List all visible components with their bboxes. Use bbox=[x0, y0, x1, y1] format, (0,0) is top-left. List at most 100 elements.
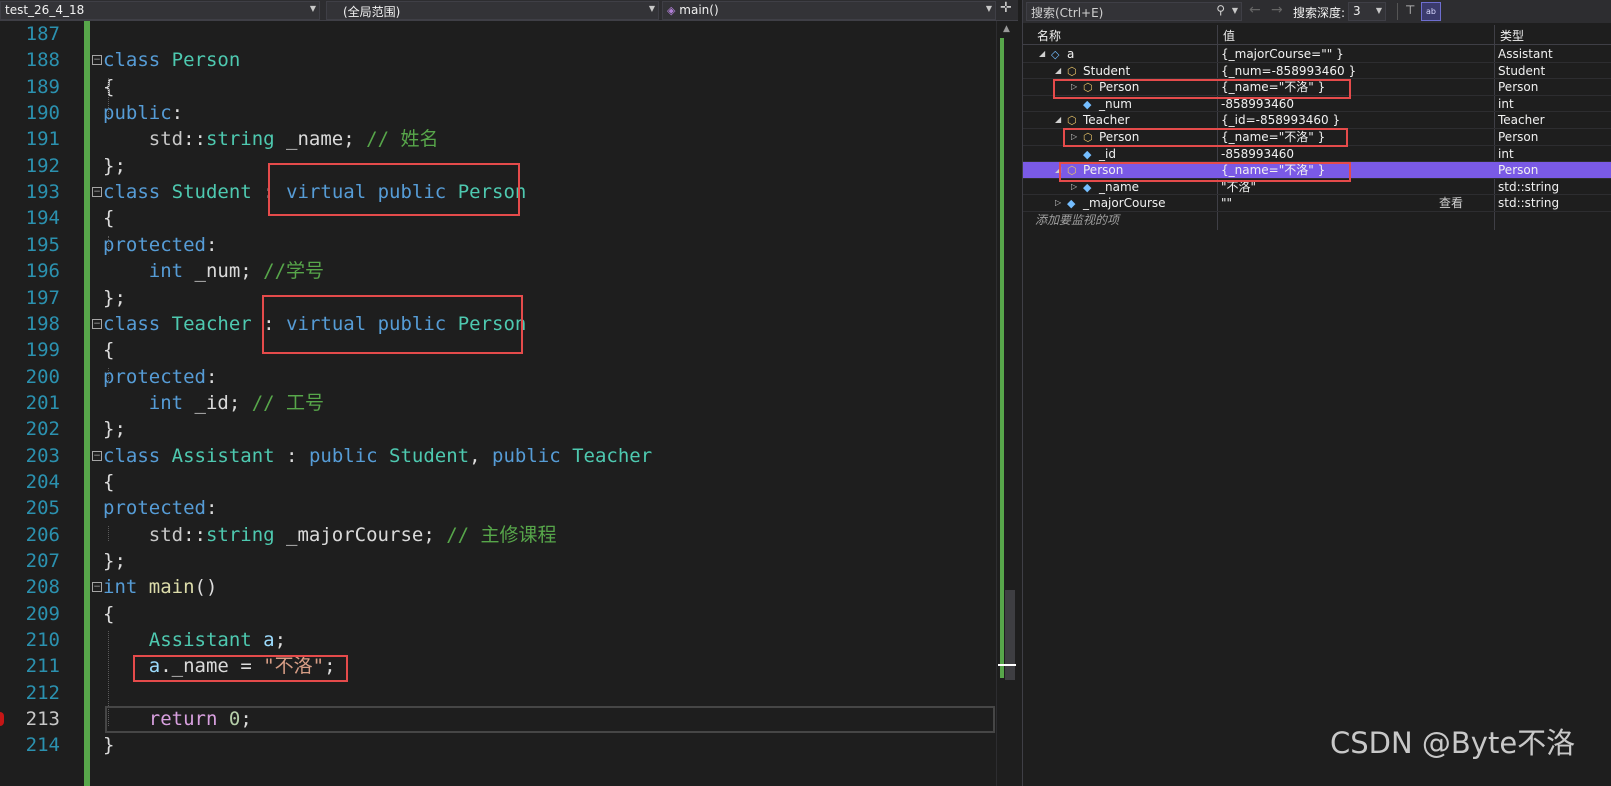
field-icon: ◆ bbox=[1083, 147, 1092, 161]
watch-row-type: Person bbox=[1498, 130, 1539, 144]
annotation-box-teacher-inheritance bbox=[262, 295, 523, 354]
code-line[interactable]: }; bbox=[103, 285, 126, 311]
collapse-arrow-icon[interactable]: ◢ bbox=[1055, 63, 1061, 79]
line-number-gutter: 187 188 189 190 191 192 193 194 195 196 197 198 199 2… bbox=[0, 21, 84, 786]
code-line[interactable]: class Person bbox=[103, 47, 240, 73]
line-number: 199 bbox=[25, 339, 60, 362]
code-line[interactable]: protected: bbox=[103, 364, 217, 390]
fold-toggle-icon[interactable]: − bbox=[92, 187, 102, 198]
watch-row[interactable]: ▷ ◆ _majorCourse "" 查看 std::string bbox=[1023, 195, 1611, 212]
watch-row-value[interactable]: -858993460 bbox=[1221, 146, 1294, 162]
watch-row-value[interactable]: "" bbox=[1221, 195, 1232, 211]
code-line[interactable]: int main() bbox=[103, 574, 217, 600]
code-line[interactable]: } bbox=[103, 732, 114, 758]
add-watch-item[interactable]: 添加要监视的项 bbox=[1035, 211, 1119, 228]
code-token: class bbox=[103, 444, 161, 467]
scrollbar-thumb[interactable] bbox=[1005, 590, 1015, 680]
breakpoint-marker[interactable] bbox=[0, 712, 4, 726]
watch-row-value[interactable]: {_num=-858993460 } bbox=[1221, 63, 1356, 79]
code-token: Teacher bbox=[572, 444, 653, 467]
column-header-name[interactable]: 名称 bbox=[1037, 27, 1061, 44]
watch-row-type: Student bbox=[1498, 63, 1546, 78]
search-forward-arrow-icon[interactable]: → bbox=[1271, 2, 1283, 18]
code-line[interactable]: protected: bbox=[103, 232, 217, 258]
project-dropdown[interactable]: test_26_4_18 ▼ bbox=[0, 1, 320, 20]
watch-row[interactable]: ◆ _id -858993460 int bbox=[1023, 146, 1611, 163]
code-line[interactable]: { bbox=[103, 601, 114, 627]
column-header-type[interactable]: 类型 bbox=[1500, 27, 1524, 44]
watch-row-value[interactable]: {_majorCourse="" } bbox=[1221, 46, 1344, 62]
fold-toggle-icon[interactable]: − bbox=[92, 582, 102, 593]
hex-display-toggle-button[interactable]: ab bbox=[1421, 2, 1441, 21]
column-header-value[interactable]: 值 bbox=[1223, 27, 1235, 44]
code-line[interactable]: class Assistant : public Student, public… bbox=[103, 443, 652, 469]
code-line[interactable]: { bbox=[103, 469, 114, 495]
function-name: main() bbox=[679, 3, 719, 17]
code-token: //学号 bbox=[263, 260, 325, 283]
line-number: 213 bbox=[25, 708, 60, 731]
search-icon[interactable]: ⚲ bbox=[1216, 3, 1225, 17]
code-token: : bbox=[274, 444, 309, 467]
line-number: 194 bbox=[25, 207, 60, 230]
code-token: :: bbox=[183, 523, 206, 546]
code-token: Teacher bbox=[171, 312, 252, 335]
code-token: // 主修课程 bbox=[446, 523, 557, 546]
visualizer-view-button[interactable]: 查看 bbox=[1439, 195, 1463, 211]
split-window-icon[interactable]: ✛ bbox=[1000, 0, 1012, 16]
code-line[interactable]: }; bbox=[103, 416, 126, 442]
search-depth-dropdown[interactable]: 3 ▼ bbox=[1348, 2, 1386, 21]
code-token: Assistant bbox=[171, 444, 275, 467]
indent-guide bbox=[108, 235, 109, 252]
collapse-arrow-icon[interactable]: ◢ bbox=[1055, 112, 1061, 128]
code-line[interactable]: protected: bbox=[103, 495, 217, 521]
code-token: string bbox=[205, 128, 275, 151]
code-line[interactable]: std::string _name; // 姓名 bbox=[103, 126, 439, 152]
code-line[interactable]: int _id; // 工号 bbox=[103, 390, 324, 416]
fold-toggle-icon[interactable]: − bbox=[92, 318, 102, 329]
line-number: 193 bbox=[25, 181, 60, 204]
watch-row-name: Student bbox=[1083, 63, 1131, 78]
chevron-down-icon[interactable]: ▼ bbox=[1232, 6, 1238, 15]
code-line[interactable]: }; bbox=[103, 548, 126, 574]
code-token: Student bbox=[171, 181, 252, 204]
scroll-up-arrow-icon[interactable]: ▲ bbox=[1003, 24, 1010, 34]
code-token: _num; bbox=[183, 260, 264, 283]
line-number: 209 bbox=[25, 602, 60, 625]
watch-window[interactable]: 搜索(Ctrl+E) ⚲ ▼ ← → 搜索深度: 3 ▼ ⊤ ab 名称 值 类… bbox=[1022, 0, 1611, 786]
line-number: 214 bbox=[25, 734, 60, 757]
watch-row[interactable]: ◢ ⬡ Teacher {_id=-858993460 } Teacher bbox=[1023, 112, 1611, 129]
collapse-arrow-icon[interactable]: ◢ bbox=[1039, 46, 1045, 62]
watermark: CSDN @Byte不洛 bbox=[1330, 726, 1576, 760]
scope-dropdown[interactable]: (全局范围) ▼ bbox=[326, 1, 659, 20]
fold-toggle-icon[interactable]: − bbox=[92, 55, 102, 66]
code-token: class bbox=[103, 181, 161, 204]
code-editor[interactable]: test_26_4_18 ▼ (全局范围) ▼ ◈ main() ▼ ✛ 187… bbox=[0, 0, 1018, 786]
code-line[interactable]: Assistant a; bbox=[103, 627, 286, 653]
function-dropdown[interactable]: ◈ main() ▼ bbox=[662, 1, 996, 20]
indent-guide bbox=[108, 77, 109, 120]
expand-arrow-icon[interactable]: ▷ bbox=[1055, 195, 1061, 211]
code-line[interactable]: std::string _majorCourse; // 主修课程 bbox=[103, 522, 557, 548]
code-token: : bbox=[171, 102, 184, 125]
search-back-arrow-icon[interactable]: ← bbox=[1249, 2, 1261, 18]
code-token: }; bbox=[103, 418, 126, 441]
code-line[interactable]: { bbox=[103, 205, 114, 231]
code-line[interactable]: public: bbox=[103, 100, 183, 126]
search-input[interactable]: 搜索(Ctrl+E) ⚲ ▼ bbox=[1026, 2, 1242, 21]
watch-row-name: a bbox=[1067, 47, 1075, 61]
line-number: 204 bbox=[25, 470, 60, 493]
fold-toggle-icon[interactable]: − bbox=[92, 450, 102, 461]
code-line[interactable]: }; bbox=[103, 153, 126, 179]
pin-icon[interactable]: ⊤ bbox=[1405, 3, 1419, 19]
line-number: 192 bbox=[25, 154, 60, 177]
code-line[interactable]: int _num; //学号 bbox=[103, 258, 324, 284]
code-token: :: bbox=[183, 128, 206, 151]
watch-row-type: int bbox=[1498, 146, 1514, 161]
watch-row[interactable]: ◢ ⬡ Student {_num=-858993460 } Student bbox=[1023, 63, 1611, 80]
code-line[interactable]: { bbox=[103, 337, 114, 363]
watch-row-value[interactable]: {_id=-858993460 } bbox=[1221, 112, 1340, 128]
watch-row[interactable]: ◢ ◇ a {_majorCourse="" } Assistant bbox=[1023, 46, 1611, 63]
